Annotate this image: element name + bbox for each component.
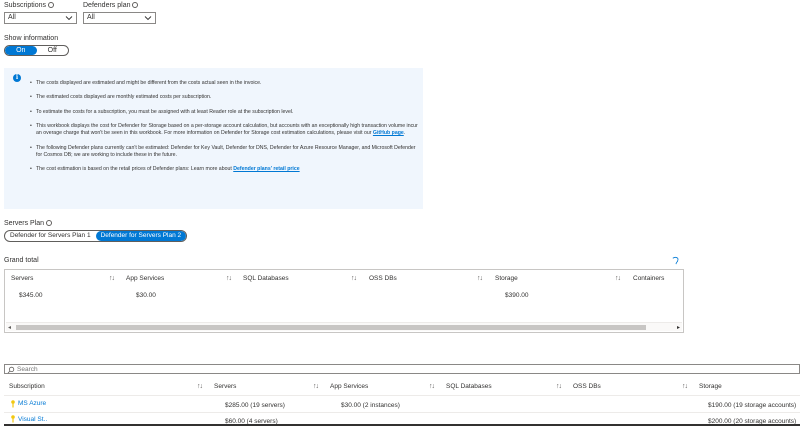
refresh-icon[interactable] [671, 256, 680, 265]
sort-icon[interactable]: ↑↓ [429, 383, 435, 390]
column-header-storage[interactable]: Storage [495, 275, 518, 282]
info-icon[interactable] [48, 2, 55, 9]
search-box[interactable] [4, 364, 800, 374]
key-icon [11, 415, 15, 423]
grand-total-servers: $345.00 [19, 292, 43, 299]
column-header-sql-databases[interactable]: SQL Databases [446, 383, 492, 390]
subscriptions-label: Subscriptions [4, 2, 55, 9]
sort-icon[interactable]: ↑↓ [351, 275, 357, 282]
github-page-link[interactable]: GitHub page [373, 130, 404, 136]
scroll-right-icon[interactable]: ▸ [677, 324, 680, 331]
info-icon[interactable] [46, 220, 53, 227]
info-panel: i The costs displayed are estimated and … [4, 68, 423, 209]
sort-icon[interactable]: ↑↓ [197, 383, 203, 390]
subscriptions-label-text: Subscriptions [4, 2, 47, 9]
column-header-oss-dbs[interactable]: OSS DBs [369, 275, 397, 282]
row-storage: $190.00 (19 storage accounts) [708, 402, 797, 409]
header-divider [4, 395, 800, 396]
defenders-plan-dropdown[interactable]: All [83, 12, 156, 24]
column-header-servers[interactable]: Servers [11, 275, 33, 282]
scroll-left-icon[interactable]: ◂ [8, 324, 11, 331]
servers-plan-1-option[interactable]: Defender for Servers Plan 1 [5, 231, 96, 241]
column-header-app-services[interactable]: App Services [330, 383, 368, 390]
servers-plan-label-text: Servers Plan [4, 220, 45, 227]
column-header-sql-databases[interactable]: SQL Databases [243, 275, 289, 282]
servers-plan-selector: Defender for Servers Plan 1 Defender for… [4, 230, 188, 242]
sort-icon[interactable]: ↑↓ [226, 275, 232, 282]
sort-icon[interactable]: ↑↓ [556, 383, 562, 390]
defenders-plan-label: Defenders plan [83, 2, 139, 9]
show-information-label: Show information [4, 35, 59, 42]
sort-icon[interactable]: ↑↓ [313, 383, 319, 390]
column-header-containers[interactable]: Containers [633, 275, 664, 282]
chevron-down-icon [144, 16, 152, 21]
info-item: The following Defender plans currently c… [30, 145, 420, 160]
subscription-link[interactable]: MS Azure [18, 400, 46, 407]
grand-total-storage: $390.00 [505, 292, 529, 299]
search-icon [7, 366, 15, 374]
info-icon: i [13, 74, 21, 82]
info-item-storage: This workbook displays the cost for Defe… [30, 123, 420, 138]
retail-price-link[interactable]: Defender plans' retail price [233, 166, 299, 172]
servers-plan-2-option[interactable]: Defender for Servers Plan 2 [95, 231, 187, 241]
horizontal-scrollbar[interactable]: ◂ ▸ [6, 322, 682, 331]
column-header-oss-dbs[interactable]: OSS DBs [573, 383, 601, 390]
key-icon [11, 400, 15, 408]
column-header-app-services[interactable]: App Services [126, 275, 164, 282]
show-information-toggle[interactable]: On Off [4, 45, 69, 56]
defenders-plan-dropdown-value: All [87, 14, 95, 21]
info-item-retail: The cost estimation is based on the reta… [30, 166, 420, 174]
info-icon[interactable] [132, 2, 139, 9]
servers-plan-label: Servers Plan [4, 220, 53, 227]
toggle-off[interactable]: Off [37, 46, 69, 55]
sort-icon[interactable]: ↑↓ [682, 383, 688, 390]
defenders-plan-label-text: Defenders plan [83, 2, 131, 9]
sort-icon[interactable]: ↑↓ [109, 275, 115, 282]
info-list: The costs displayed are estimated and mi… [30, 80, 420, 181]
column-header-storage[interactable]: Storage [699, 383, 722, 390]
info-item: The costs displayed are estimated and mi… [30, 80, 420, 88]
grand-total-grid: Servers ↑↓ App Services ↑↓ SQL Databases… [4, 269, 684, 333]
info-item: The estimated costs displayed are monthl… [30, 94, 420, 102]
chevron-down-icon [65, 16, 73, 21]
row-divider [4, 412, 800, 413]
storage-text: This workbook displays the cost for Defe… [36, 122, 418, 137]
row-app-services: $30.00 (2 instances) [341, 402, 400, 409]
toggle-on[interactable]: On [5, 46, 37, 55]
search-input[interactable] [17, 365, 717, 373]
subscriptions-dropdown[interactable]: All [4, 12, 77, 24]
column-header-subscription[interactable]: Subscription [9, 383, 45, 390]
grand-total-title: Grand total [4, 257, 39, 264]
info-item: To estimate the costs for a subscription… [30, 109, 420, 117]
subscription-link[interactable]: Visual St.. [18, 416, 47, 423]
retail-text: The cost estimation is based on the reta… [36, 166, 234, 173]
sort-icon[interactable]: ↑↓ [615, 275, 621, 282]
row-servers: $285.00 (19 servers) [225, 402, 285, 409]
scrollbar-thumb[interactable] [16, 325, 646, 330]
subscriptions-dropdown-value: All [8, 14, 16, 21]
grand-total-app-services: $30.00 [136, 292, 156, 299]
sort-icon[interactable]: ↑↓ [477, 275, 483, 282]
column-header-servers[interactable]: Servers [214, 383, 236, 390]
